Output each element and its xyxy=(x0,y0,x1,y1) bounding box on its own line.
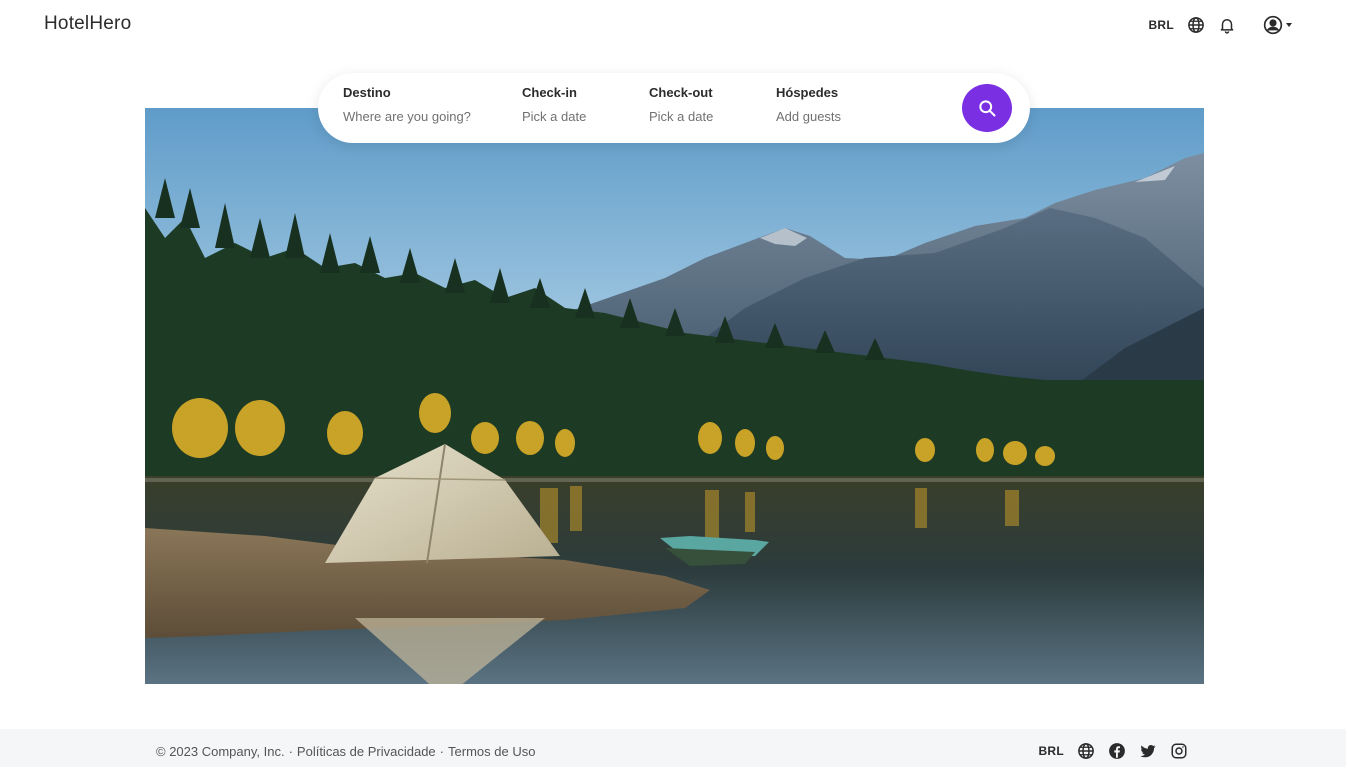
terms-link[interactable]: Termos de Uso xyxy=(448,744,535,759)
brand-logo[interactable]: HotelHero xyxy=(44,13,131,35)
footer-separator: · xyxy=(439,744,445,759)
footer: © 2023 Company, Inc. · Políticas de Priv… xyxy=(0,729,1346,767)
footer-actions: BRL xyxy=(1038,742,1188,760)
copyright-text: © 2023 Company, Inc. xyxy=(156,744,285,759)
hero-image xyxy=(145,108,1204,684)
twitter-icon[interactable] xyxy=(1139,742,1157,760)
footer-links: © 2023 Company, Inc. · Políticas de Priv… xyxy=(156,744,535,759)
destination-field[interactable]: Destino Where are you going? xyxy=(343,85,471,125)
destination-input[interactable]: Where are you going? xyxy=(343,109,471,125)
top-navbar: HotelHero BRL xyxy=(0,0,1346,50)
checkout-field[interactable]: Check-out Pick a date xyxy=(649,85,713,125)
user-circle-icon xyxy=(1263,15,1283,35)
search-button[interactable] xyxy=(962,84,1012,132)
guests-input[interactable]: Add guests xyxy=(776,109,841,125)
checkin-label: Check-in xyxy=(522,85,577,100)
footer-currency-selector[interactable]: BRL xyxy=(1038,744,1064,758)
guests-label: Hóspedes xyxy=(776,85,839,100)
checkout-input[interactable]: Pick a date xyxy=(649,109,713,125)
currency-selector[interactable]: BRL xyxy=(1148,18,1174,32)
globe-icon[interactable] xyxy=(1187,16,1205,34)
facebook-icon[interactable] xyxy=(1108,742,1126,760)
checkin-field[interactable]: Check-in Pick a date xyxy=(522,85,586,125)
bell-icon[interactable] xyxy=(1218,16,1236,34)
user-menu[interactable] xyxy=(1263,15,1292,35)
search-bar: Destino Where are you going? Check-in Pi… xyxy=(318,73,1030,143)
checkin-input[interactable]: Pick a date xyxy=(522,109,586,125)
footer-separator: · xyxy=(288,744,293,759)
destination-label: Destino xyxy=(343,85,391,100)
navbar-actions: BRL xyxy=(1148,14,1292,36)
instagram-icon[interactable] xyxy=(1170,742,1188,760)
chevron-down-icon xyxy=(1286,23,1292,27)
checkout-label: Check-out xyxy=(649,85,713,100)
privacy-link[interactable]: Políticas de Privacidade xyxy=(297,744,436,759)
guests-field[interactable]: Hóspedes Add guests xyxy=(776,85,841,125)
globe-icon[interactable] xyxy=(1077,742,1095,760)
search-icon xyxy=(979,100,996,117)
